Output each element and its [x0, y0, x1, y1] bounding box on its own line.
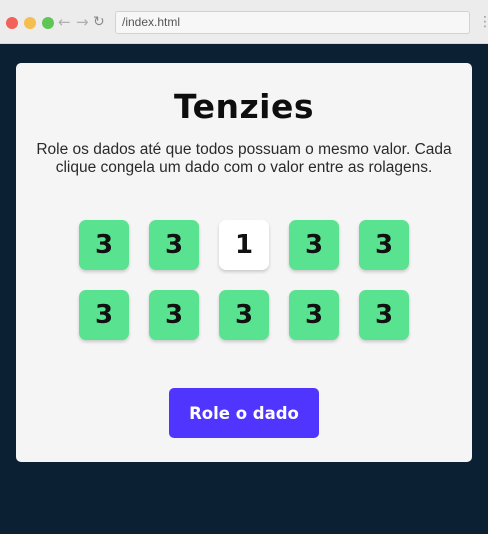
die[interactable]: 3 — [79, 290, 129, 340]
die[interactable]: 3 — [359, 290, 409, 340]
game-title: Tenzies — [173, 87, 315, 126]
url-bar[interactable]: /index.html — [115, 11, 470, 34]
die[interactable]: 3 — [149, 290, 199, 340]
dice-grid: 3 3 1 3 3 3 3 3 3 3 — [79, 220, 409, 340]
close-window-icon[interactable] — [6, 17, 18, 29]
die[interactable]: 3 — [219, 290, 269, 340]
minimize-window-icon[interactable] — [24, 17, 36, 29]
die[interactable]: 3 — [149, 220, 199, 270]
vertical-dots-icon[interactable]: ⋮ — [478, 14, 488, 30]
roll-dice-button[interactable]: Role o dado — [169, 388, 319, 438]
game-card: Tenzies Role os dados até que todos poss… — [16, 63, 472, 462]
arrow-left-icon[interactable]: ← — [58, 12, 71, 32]
die[interactable]: 3 — [289, 290, 339, 340]
die[interactable]: 3 — [359, 220, 409, 270]
browser-toolbar: ← → ↻ /index.html ⋮ — [0, 0, 488, 44]
reload-icon[interactable]: ↻ — [93, 12, 105, 32]
die[interactable]: 3 — [79, 220, 129, 270]
arrow-right-icon[interactable]: → — [76, 12, 89, 32]
game-instructions: Role os dados até que todos possuam o me… — [36, 141, 452, 176]
die[interactable]: 1 — [219, 220, 269, 270]
die[interactable]: 3 — [289, 220, 339, 270]
maximize-window-icon[interactable] — [42, 17, 54, 29]
